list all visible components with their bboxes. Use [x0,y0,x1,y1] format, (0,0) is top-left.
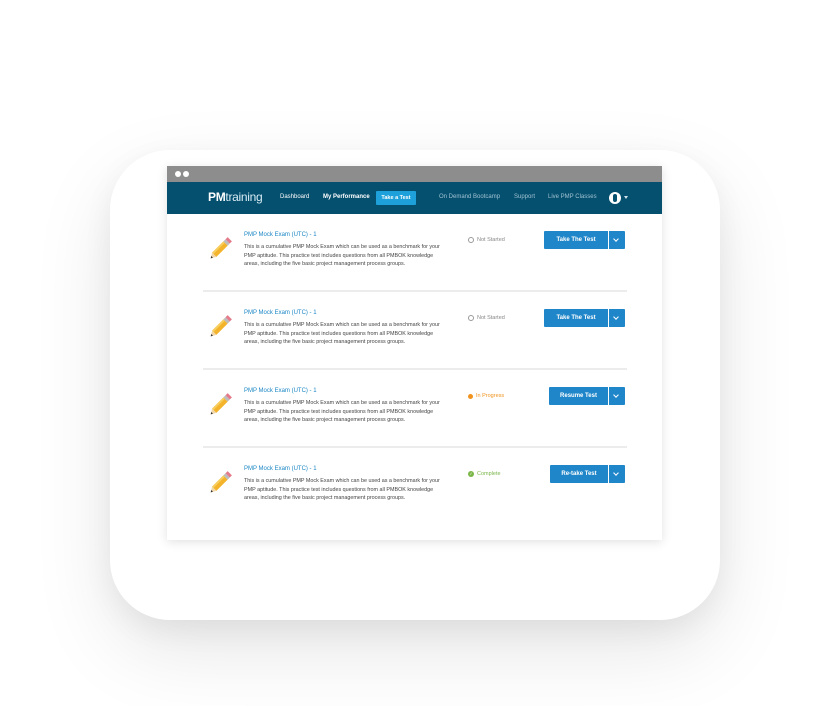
test-title[interactable]: PMP Mock Exam (UTC) - 1 [244,232,317,238]
take-test-button[interactable]: Take The Test [544,309,608,327]
nav-my-performance[interactable]: My Performance [323,194,370,200]
logo-light: training [225,190,263,204]
status-badge: Not Started [468,237,505,243]
test-row: PMP Mock Exam (UTC) - 1 This is a cumula… [203,292,627,370]
status-badge: ✓ Complete [468,471,501,477]
nav-support[interactable]: Support [514,194,535,200]
pencil-icon [210,315,232,337]
test-action-group: Take The Test [544,231,625,249]
circle-icon [468,393,473,399]
nav-dashboard[interactable]: Dashboard [280,194,309,200]
circle-icon [468,315,474,321]
test-list: PMP Mock Exam (UTC) - 1 This is a cumula… [203,214,627,524]
pencil-icon [210,393,232,415]
chevron-down-icon[interactable] [609,309,625,327]
resume-test-button[interactable]: Resume Test [549,387,608,405]
browser-window: PMtraining Dashboard My Performance Take… [167,166,662,540]
status-label: Not Started [477,237,505,243]
test-title[interactable]: PMP Mock Exam (UTC) - 1 [244,466,317,472]
status-badge: In Progress [468,393,504,399]
status-label: In Progress [476,393,505,399]
circle-icon [468,237,474,243]
test-action-group: Take The Test [544,309,625,327]
test-action-group: Resume Test [549,387,625,405]
nav-live-pmp-classes[interactable]: Live PMP Classes [548,194,597,200]
take-test-button[interactable]: Take The Test [544,231,608,249]
nav-take-a-test-button[interactable]: Take a Test [376,191,416,205]
nav-on-demand-bootcamp[interactable]: On Demand Bootcamp [439,194,500,200]
test-title[interactable]: PMP Mock Exam (UTC) - 1 [244,310,317,316]
status-label: Not Started [477,315,505,321]
status-label: Complete [477,471,501,477]
retake-test-button[interactable]: Re-take Test [550,465,608,483]
window-dot-icon[interactable] [175,171,181,177]
test-row: PMP Mock Exam (UTC) - 1 This is a cumula… [203,370,627,448]
test-action-group: Re-take Test [550,465,625,483]
chevron-down-icon[interactable] [609,387,625,405]
chevron-down-icon[interactable] [609,465,625,483]
chevron-down-icon[interactable] [624,196,628,199]
user-icon[interactable] [609,192,621,204]
chevron-down-icon[interactable] [609,231,625,249]
window-titlebar [167,166,662,182]
check-icon: ✓ [468,471,474,477]
window-dot-icon[interactable] [183,171,189,177]
logo-bold: PM [208,190,226,204]
test-title[interactable]: PMP Mock Exam (UTC) - 1 [244,388,317,394]
test-description: This is a cumulative PMP Mock Exam which… [244,400,440,424]
pmtraining-logo[interactable]: PMtraining [208,190,263,204]
test-row: PMP Mock Exam (UTC) - 1 This is a cumula… [203,214,627,292]
test-description: This is a cumulative PMP Mock Exam which… [244,478,440,502]
status-badge: Not Started [468,315,505,321]
test-row: PMP Mock Exam (UTC) - 1 This is a cumula… [203,448,627,524]
pencil-icon [210,471,232,493]
top-navbar: PMtraining Dashboard My Performance Take… [167,182,662,214]
test-description: This is a cumulative PMP Mock Exam which… [244,244,440,268]
test-description: This is a cumulative PMP Mock Exam which… [244,322,440,346]
pencil-icon [210,237,232,259]
